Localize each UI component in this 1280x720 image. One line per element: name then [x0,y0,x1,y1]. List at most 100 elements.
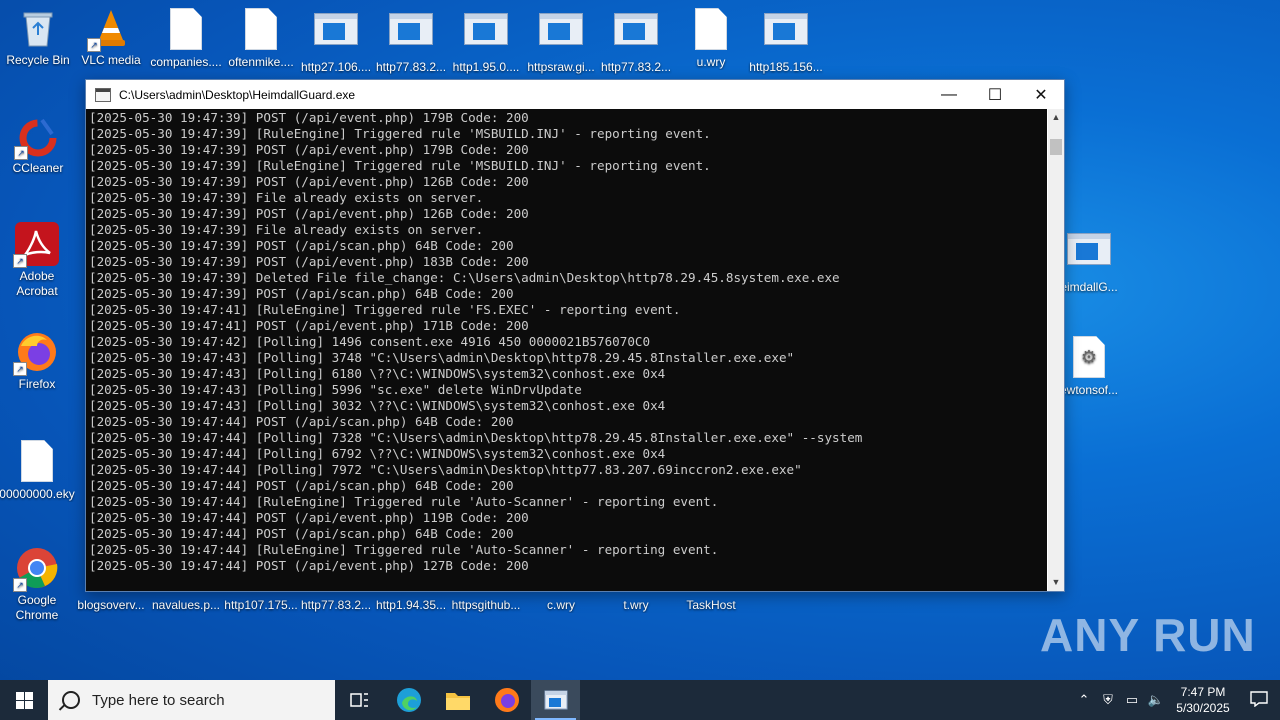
chevron-up-icon[interactable]: ⌃ [1072,692,1096,708]
desktop-icon-label: http27.106.... [300,60,372,74]
desktop-icon-recycle-bin[interactable]: Recycle Bin [0,6,76,68]
desktop-icon-label: Adobe Acrobat [16,269,58,298]
desktop-icon-c-wry[interactable]: c.wry [523,598,599,613]
desktop-icon-http77b[interactable]: http77.83.2... [598,6,674,75]
desktop-icon-http1[interactable]: http1.95.0.... [448,6,524,75]
window-icon [389,13,433,57]
file-icon [689,8,733,52]
shortcut-arrow-icon: ↗ [14,146,28,160]
desktop-icon-label: http77.83.2... [300,598,372,612]
desktop-icon-oftenmike[interactable]: oftenmike.... [223,6,299,70]
console-line: [2025-05-30 19:47:44] POST (/api/scan.ph… [89,478,514,493]
shortcut-arrow-icon: ↗ [87,38,101,52]
console-window-icon [544,690,567,710]
desktop-icon-taskhost[interactable]: TaskHost [673,598,749,613]
volume-icon[interactable]: 🔈 [1144,692,1168,708]
desktop-icon-companies[interactable]: companies.... [148,6,224,70]
console-line: [2025-05-30 19:47:39] POST (/api/event.p… [89,254,529,269]
desktop-icon-acrobat[interactable]: ↗ Adobe Acrobat [0,222,75,299]
window-titlebar[interactable]: C:\Users\admin\Desktop\HeimdallGuard.exe… [86,80,1064,109]
desktop-icon-label: 00000000.eky [0,487,75,501]
console-line: [2025-05-30 19:47:39] [RuleEngine] Trigg… [89,126,711,141]
desktop-icon-http107[interactable]: http107.175... [223,598,299,613]
console-line: [2025-05-30 19:47:43] [Polling] 3032 \??… [89,398,666,413]
taskbar-console[interactable] [531,680,580,720]
desktop-icon-httpsraw[interactable]: httpsraw.gi... [523,6,599,75]
acrobat-icon: ↗ [13,222,59,268]
desktop-icon-chrome[interactable]: ↗ Google Chrome [0,546,75,623]
desktop-icon-label: t.wry [623,598,649,612]
console-line: [2025-05-30 19:47:44] [RuleEngine] Trigg… [89,542,719,557]
scroll-down-icon[interactable]: ▼ [1048,574,1064,591]
console-line: [2025-05-30 19:47:44] POST (/api/event.p… [89,558,529,573]
search-placeholder: Type here to search [92,691,225,709]
console-line: [2025-05-30 19:47:39] File already exist… [89,222,484,237]
vertical-scrollbar[interactable]: ▲ ▼ [1048,109,1064,591]
chrome-icon: ↗ [13,546,59,592]
desktop-icon-label: TaskHost [686,598,736,612]
desktop-icon-http77c[interactable]: http77.83.2... [298,598,374,613]
console-line: [2025-05-30 19:47:41] [RuleEngine] Trigg… [89,302,681,317]
vlc-icon: ↗ [87,6,133,52]
desktop-icon-navalues[interactable]: navalues.p... [148,598,224,613]
console-line: [2025-05-30 19:47:44] POST (/api/scan.ph… [89,414,514,429]
desktop-icon-label: oftenmike.... [228,55,294,69]
desktop-icon-u-wry[interactable]: u.wry [673,6,749,70]
notification-icon[interactable] [1238,690,1280,710]
system-tray: ⌃ ⛨ ▭ 🔈 7:47 PM 5/30/2025 [1072,680,1280,720]
folder-icon [445,693,470,710]
console-line: [2025-05-30 19:47:43] [Polling] 5996 "sc… [89,382,582,397]
scroll-thumb[interactable] [1050,139,1062,155]
file-icon [15,440,59,484]
console-line: [2025-05-30 19:47:39] Deleted File file_… [89,270,840,285]
taskbar-edge[interactable] [384,680,433,720]
desktop-icon-http1-94[interactable]: http1.94.35... [373,598,449,613]
console-output[interactable]: [2025-05-30 19:47:39] POST (/api/event.p… [86,109,1047,591]
desktop-icon-ccleaner[interactable]: ↗ CCleaner [0,114,76,176]
clock-date: 5/30/2025 [1176,701,1230,715]
desktop-icon-blogsoverv[interactable]: blogsoverv... [73,598,149,613]
window-icon [1067,233,1111,277]
scroll-up-icon[interactable]: ▲ [1048,109,1064,126]
desktop-icon-firefox[interactable]: ↗ Firefox [0,330,75,392]
ccleaner-icon: ↗ [14,114,60,160]
desktop-icon-http27[interactable]: http27.106.... [298,6,374,75]
task-view-icon [349,693,368,707]
minimize-button[interactable]: — [926,80,972,109]
close-button[interactable]: ✕ [1018,80,1064,109]
security-icon[interactable]: ⛨ [1096,692,1120,708]
desktop-icon-eky[interactable]: 00000000.eky [0,438,75,502]
desktop-icon-label: http107.175... [224,598,298,612]
network-icon[interactable]: ▭ [1120,692,1144,708]
console-window[interactable]: C:\Users\admin\Desktop\HeimdallGuard.exe… [85,79,1065,592]
desktop-icon-label: Google Chrome [15,593,59,622]
desktop-icon-label: u.wry [696,55,726,69]
desktop-icon-vlc[interactable]: ↗ VLC media [73,6,149,68]
desktop-icon-t-wry[interactable]: t.wry [598,598,674,613]
console-line: [2025-05-30 19:47:42] [Polling] 1496 con… [89,334,651,349]
window-title: C:\Users\admin\Desktop\HeimdallGuard.exe [119,87,356,102]
desktop-icon-label: http185.156... [749,60,823,74]
start-button[interactable] [0,680,48,720]
desktop-icon-http77a[interactable]: http77.83.2... [373,6,449,75]
desktop-icon-label: Firefox [18,377,56,391]
shortcut-arrow-icon: ↗ [13,578,27,592]
task-view-button[interactable] [335,680,384,720]
anyrun-watermark: ANY RUN [1040,609,1256,661]
desktop-icon-http185[interactable]: http185.156... [748,6,824,75]
desktop-icon-label: navalues.p... [151,598,221,612]
search-icon [62,691,80,709]
shortcut-arrow-icon: ↗ [13,362,27,376]
desktop-icon-label: CCleaner [12,161,64,175]
console-line: [2025-05-30 19:47:43] [Polling] 6180 \??… [89,366,666,381]
taskbar-file-explorer[interactable] [433,680,482,720]
maximize-button[interactable]: ☐ [972,80,1018,109]
console-line: [2025-05-30 19:47:39] File already exist… [89,190,484,205]
clock[interactable]: 7:47 PM 5/30/2025 [1168,684,1238,716]
console-line: [2025-05-30 19:47:44] POST (/api/event.p… [89,510,529,525]
taskbar-firefox[interactable] [482,680,531,720]
desktop-icon-httpsgithub[interactable]: httpsgithub... [448,598,524,613]
search-box[interactable]: Type here to search [48,680,335,720]
firefox-icon: ↗ [13,330,59,376]
windows-logo-icon [15,691,33,709]
